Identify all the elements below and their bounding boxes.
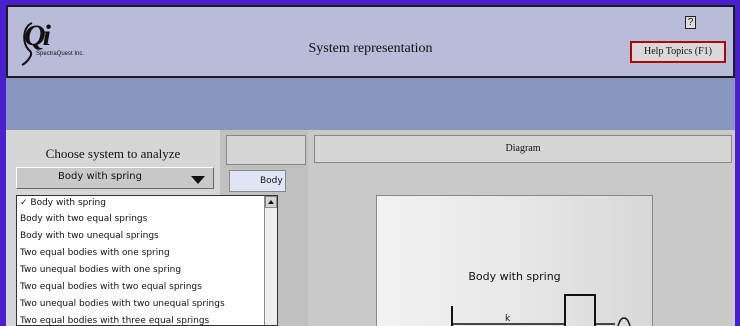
header-bar: Qi SpectraQuest Inc. System representati… [6,5,735,78]
middle-panel-header [226,135,306,165]
list-item[interactable]: Body with two equal springs [20,214,147,230]
list-item[interactable]: ✓ Body with spring [20,198,106,214]
help-icon[interactable]: ? [685,16,696,29]
list-item[interactable]: Two unequal bodies with one spring [20,265,181,281]
diagram-panel: Diagram Body with spring k [308,130,735,326]
help-topics-button[interactable]: Help Topics (F1) [630,41,726,63]
choose-system-label: Choose system to analyze [45,146,181,161]
list-item[interactable]: Two unequal bodies with two unequal spri… [20,299,225,315]
list-item[interactable]: Body with two unequal springs [20,231,159,247]
list-item[interactable]: Two equal bodies with two equal springs [20,282,202,298]
list-item[interactable]: Two equal bodies with one spring [20,248,170,264]
dropdown-arrow-icon[interactable] [191,176,205,184]
system-options-list[interactable]: ✓ Body with spring Body with two equal s… [16,195,278,326]
middle-panel-cell[interactable]: Body [229,170,286,192]
diagram-header: Diagram [314,135,732,163]
list-item[interactable]: Two equal bodies with three equal spring… [20,316,209,325]
scroll-up-icon[interactable] [265,196,277,208]
body-spring-drawing [451,294,631,326]
list-scrollbar[interactable] [264,196,277,325]
system-select-value: Body with spring [58,171,142,182]
page-title: System representation [308,41,433,56]
diagram-canvas: Body with spring k [376,195,653,326]
toolbar-strip [6,78,735,130]
system-select[interactable]: Body with spring [16,167,214,189]
